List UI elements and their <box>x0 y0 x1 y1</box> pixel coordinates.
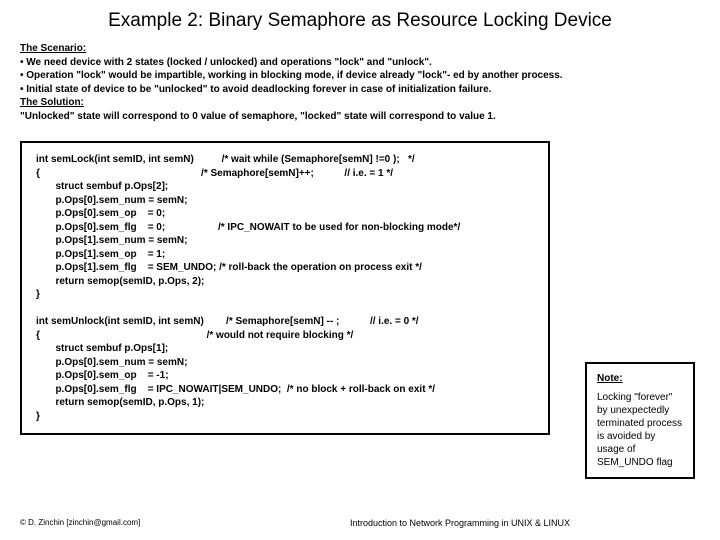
scenario-line: • We need device with 2 states (locked /… <box>20 56 700 70</box>
note-heading: Note: <box>597 372 683 385</box>
footer: © D. Zinchin [zinchin@gmail.com] Introdu… <box>20 518 700 528</box>
code-line: return semop(semID, p.Ops, 2); <box>36 275 534 289</box>
code-box: int semLock(int semID, int semN) /* wait… <box>20 141 550 435</box>
footer-title: Introduction to Network Programming in U… <box>220 518 700 528</box>
scenario-line: • Operation "lock" would be impartible, … <box>20 69 700 83</box>
code-line: p.Ops[1].sem_num = semN; <box>36 234 534 248</box>
code-line: struct sembuf p.Ops[1]; <box>36 342 534 356</box>
code-line: p.Ops[0].sem_op = 0; <box>36 207 534 221</box>
code-line: p.Ops[0].sem_num = semN; <box>36 194 534 208</box>
code-line: } <box>36 410 534 424</box>
code-line: } <box>36 288 534 302</box>
scenario-heading: The Scenario: <box>20 42 700 56</box>
code-line: p.Ops[1].sem_flg = SEM_UNDO; /* roll-bac… <box>36 261 534 275</box>
scenario-block: The Scenario: • We need device with 2 st… <box>20 42 700 123</box>
slide-title: Example 2: Binary Semaphore as Resource … <box>20 10 700 32</box>
code-line <box>36 302 534 316</box>
code-line: return semop(semID, p.Ops, 1); <box>36 396 534 410</box>
code-line: p.Ops[1].sem_op = 1; <box>36 248 534 262</box>
code-line: p.Ops[0].sem_num = semN; <box>36 356 534 370</box>
note-body: Locking "forever" by unexpectedly termin… <box>597 391 683 469</box>
code-line: struct sembuf p.Ops[2]; <box>36 180 534 194</box>
solution-line: "Unlocked" state will correspond to 0 va… <box>20 110 700 124</box>
code-line: p.Ops[0].sem_flg = 0; /* IPC_NOWAIT to b… <box>36 221 534 235</box>
solution-heading: The Solution: <box>20 96 700 110</box>
code-line: { /* Semaphore[semN]++; // i.e. = 1 */ <box>36 167 534 181</box>
scenario-line: • Initial state of device to be "unlocke… <box>20 83 700 97</box>
code-line: int semLock(int semID, int semN) /* wait… <box>36 153 534 167</box>
code-line: p.Ops[0].sem_op = -1; <box>36 369 534 383</box>
footer-copyright: © D. Zinchin [zinchin@gmail.com] <box>20 518 220 528</box>
code-line: { /* would not require blocking */ <box>36 329 534 343</box>
note-box: Note: Locking "forever" by unexpectedly … <box>585 362 695 479</box>
code-line: int semUnlock(int semID, int semN) /* Se… <box>36 315 534 329</box>
code-line: p.Ops[0].sem_flg = IPC_NOWAIT|SEM_UNDO; … <box>36 383 534 397</box>
